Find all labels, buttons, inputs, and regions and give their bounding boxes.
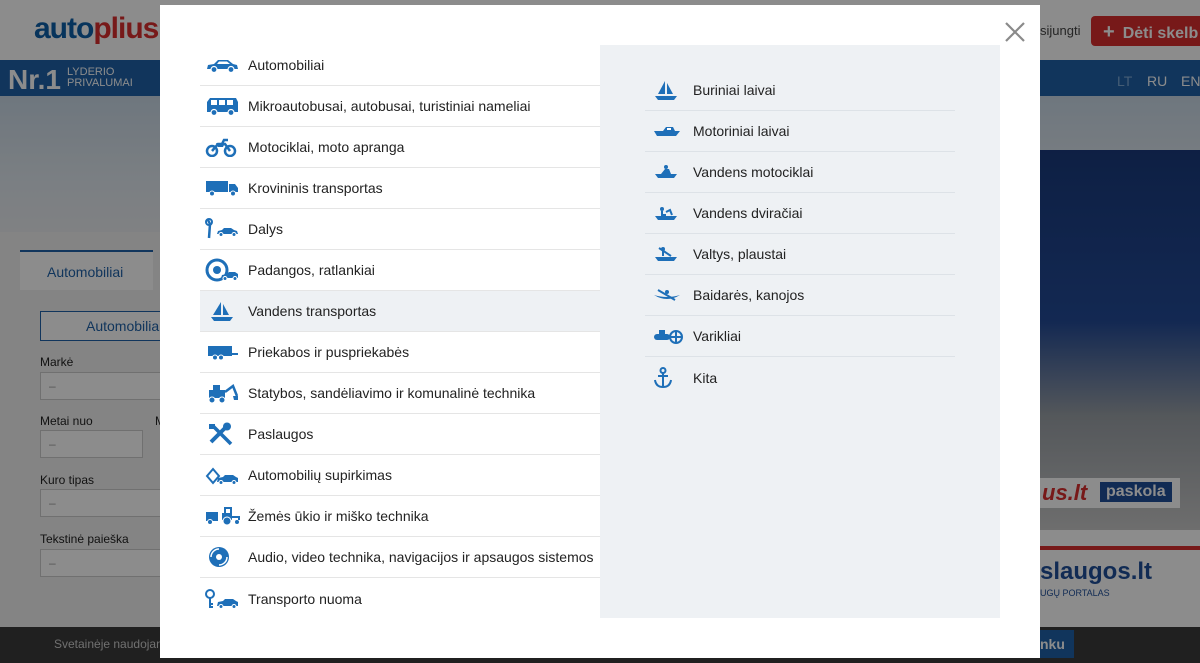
category-modal: Automobiliai Mikroautobusai, autobusai, … [160, 5, 1040, 658]
jetski-icon [645, 152, 693, 193]
category-item-audio-video[interactable]: Audio, video technika, navigacijos ir ap… [200, 537, 600, 578]
category-label: Paslaugos [248, 426, 314, 442]
subcategory-label: Baidarės, kanojos [693, 287, 805, 303]
rental-icon [200, 578, 248, 619]
category-label: Automobiliai [248, 57, 325, 73]
category-label: Krovininis transportas [248, 180, 383, 196]
car-buyout-icon [200, 455, 248, 496]
motorboat-icon [645, 111, 693, 152]
category-item-krovininis[interactable]: Krovininis transportas [200, 168, 600, 209]
category-item-motociklai[interactable]: Motociklai, moto apranga [200, 127, 600, 168]
subcategory-item-motoriniai[interactable]: Motoriniai laivai [645, 111, 955, 152]
category-item-statybos[interactable]: Statybos, sandėliavimo ir komunalinė tec… [200, 373, 600, 414]
close-icon [1005, 22, 1025, 42]
category-item-mikroautobusai[interactable]: Mikroautobusai, autobusai, turistiniai n… [200, 86, 600, 127]
category-item-padangos[interactable]: Padangos, ratlankiai [200, 250, 600, 291]
category-label: Mikroautobusai, autobusai, turistiniai n… [248, 98, 531, 114]
category-label: Padangos, ratlankiai [248, 262, 375, 278]
category-label: Audio, video technika, navigacijos ir ap… [248, 549, 594, 565]
subcategory-item-varikliai[interactable]: Varikliai [645, 316, 955, 357]
anchor-icon [645, 357, 693, 398]
category-label: Vandens transportas [248, 303, 377, 319]
sailboat-icon [645, 70, 693, 111]
subcategory-item-baidares[interactable]: Baidarės, kanojos [645, 275, 955, 316]
category-item-zemes-ukio[interactable]: Žemės ūkio ir miško technika [200, 496, 600, 537]
car-icon [200, 45, 248, 86]
category-item-automobiliai[interactable]: Automobiliai [200, 45, 600, 86]
category-item-supirkimas[interactable]: Automobilių supirkimas [200, 455, 600, 496]
category-list: Automobiliai Mikroautobusai, autobusai, … [200, 45, 600, 619]
truck-icon [200, 168, 248, 209]
subcategory-item-vandens-motociklai[interactable]: Vandens motociklai [645, 152, 955, 193]
tools-icon [200, 414, 248, 455]
subcategory-label: Buriniai laivai [693, 82, 776, 98]
subcategory-label: Valtys, plaustai [693, 246, 787, 262]
category-label: Statybos, sandėliavimo ir komunalinė tec… [248, 385, 536, 401]
subcategory-item-kita[interactable]: Kita [645, 357, 955, 398]
category-label: Motociklai, moto apranga [248, 139, 405, 155]
category-item-vandens-transportas[interactable]: Vandens transportas [200, 291, 600, 332]
rowboat-icon [645, 234, 693, 275]
subcategory-label: Varikliai [693, 328, 741, 344]
engine-icon [645, 316, 693, 357]
category-label: Transporto nuoma [248, 590, 362, 607]
parts-icon [200, 209, 248, 250]
tire-icon [200, 250, 248, 291]
category-item-nuoma[interactable]: Transporto nuoma [200, 578, 600, 619]
subcategory-list: Buriniai laivai Motoriniai laivai Vanden… [645, 70, 955, 398]
category-item-priekabos[interactable]: Priekabos ir puspriekabės [200, 332, 600, 373]
subcategory-item-vandens-dviraciai[interactable]: Vandens dviračiai [645, 193, 955, 234]
subcategory-item-buriniai[interactable]: Buriniai laivai [645, 70, 955, 111]
close-button[interactable] [1003, 20, 1027, 44]
pedalo-icon [645, 193, 693, 234]
sailboat-icon [200, 291, 248, 332]
canoe-icon [645, 275, 693, 316]
subcategory-label: Vandens motociklai [693, 164, 814, 180]
trailer-icon [200, 332, 248, 373]
subcategory-label: Motoriniai laivai [693, 123, 790, 139]
subcategory-item-valtys[interactable]: Valtys, plaustai [645, 234, 955, 275]
subcategory-label: Kita [693, 369, 718, 386]
construction-icon [200, 373, 248, 414]
category-item-paslaugos[interactable]: Paslaugos [200, 414, 600, 455]
category-label: Automobilių supirkimas [248, 467, 392, 483]
audio-icon [200, 537, 248, 578]
category-label: Žemės ūkio ir miško technika [248, 508, 429, 524]
subcategory-panel: Buriniai laivai Motoriniai laivai Vanden… [600, 45, 1000, 618]
category-label: Priekabos ir puspriekabės [248, 344, 410, 360]
category-item-dalys[interactable]: Dalys [200, 209, 600, 250]
motorcycle-icon [200, 127, 248, 168]
tractor-icon [200, 496, 248, 537]
subcategory-label: Vandens dviračiai [693, 205, 803, 221]
category-label: Dalys [248, 221, 284, 237]
van-icon [200, 86, 248, 127]
